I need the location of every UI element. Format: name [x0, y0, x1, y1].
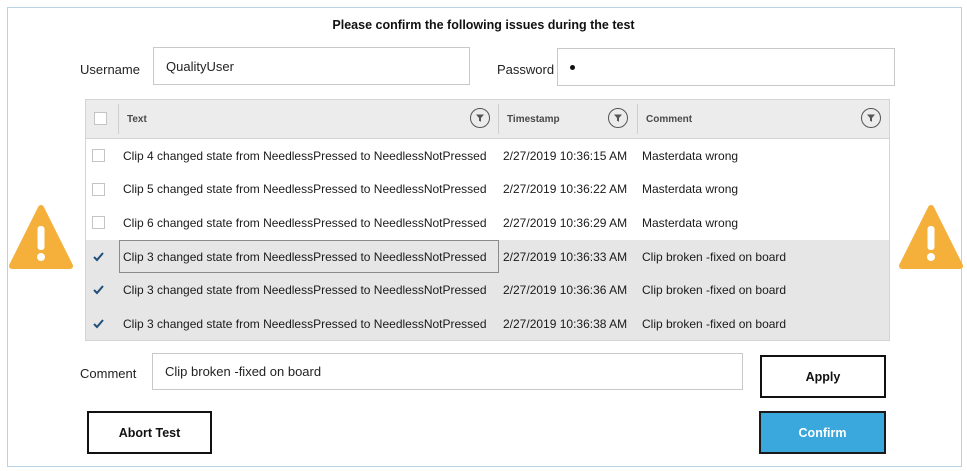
username-label: Username	[80, 62, 140, 77]
row-checkbox[interactable]	[92, 216, 105, 230]
cell-text-value: Clip 4 changed state from NeedlessPresse…	[123, 148, 487, 163]
cell-comment: Clip broken -fixed on board	[638, 240, 888, 274]
table-row[interactable]: Clip 3 changed state from NeedlessPresse…	[86, 307, 889, 340]
header-comment-label: Comment	[646, 113, 693, 125]
cell-text-value: Clip 3 changed state from NeedlessPresse…	[123, 316, 487, 331]
cell-comment-value: Clip broken -fixed on board	[642, 316, 787, 331]
apply-button-label: Apply	[805, 369, 841, 384]
header-comment[interactable]: Comment	[638, 100, 888, 138]
cell-comment-value: Masterdata wrong	[642, 148, 739, 163]
cell-text: Clip 3 changed state from NeedlessPresse…	[119, 239, 499, 274]
header-text-label: Text	[127, 113, 147, 125]
cell-text: Clip 3 changed state from NeedlessPresse…	[119, 307, 499, 340]
cell-text-value: Clip 5 changed state from NeedlessPresse…	[123, 182, 487, 197]
select-all-checkbox[interactable]	[94, 112, 107, 125]
filter-text-icon[interactable]	[470, 108, 490, 128]
checkbox-icon	[92, 149, 105, 162]
checkbox-icon	[92, 182, 105, 196]
cell-timestamp-value: 2/27/2019 10:36:22 AM	[503, 182, 628, 197]
cell-timestamp: 2/27/2019 10:36:15 AM	[499, 139, 637, 173]
cell-timestamp: 2/27/2019 10:36:22 AM	[499, 173, 637, 207]
apply-button[interactable]: Apply	[760, 355, 886, 398]
row-checkbox[interactable]	[92, 182, 105, 196]
cell-timestamp-value: 2/27/2019 10:36:36 AM	[503, 283, 628, 298]
cell-text: Clip 4 changed state from NeedlessPresse…	[119, 139, 499, 173]
warning-right-icon	[899, 205, 963, 269]
filter-comment-icon[interactable]	[861, 108, 881, 128]
cell-comment: Clip broken -fixed on board	[638, 273, 888, 307]
cell-text: Clip 6 changed state from NeedlessPresse…	[119, 206, 499, 240]
row-checkbox[interactable]	[92, 149, 105, 162]
password-label: Password	[497, 62, 555, 77]
cell-text-value: Clip 6 changed state from NeedlessPresse…	[123, 215, 487, 230]
header-text[interactable]: Text	[119, 100, 499, 138]
cell-comment-value: Masterdata wrong	[642, 182, 739, 197]
username-value: QualityUser	[166, 58, 234, 74]
checkbox-icon	[92, 216, 105, 230]
checkmark-icon	[92, 250, 105, 263]
comment-label: Comment	[80, 366, 137, 381]
cell-timestamp: 2/27/2019 10:36:38 AM	[499, 307, 637, 340]
table-row[interactable]: Clip 4 changed state from NeedlessPresse…	[86, 139, 889, 173]
filter-timestamp-icon[interactable]	[608, 108, 628, 128]
row-checkbox[interactable]	[92, 317, 105, 330]
cell-text: Clip 5 changed state from NeedlessPresse…	[119, 173, 499, 207]
cell-comment: Clip broken -fixed on board	[638, 307, 888, 340]
row-checkbox[interactable]	[92, 250, 105, 263]
cell-comment-value: Clip broken -fixed on board	[642, 283, 787, 298]
table-row[interactable]: Clip 3 changed state from NeedlessPresse…	[86, 239, 889, 274]
checkmark-icon	[92, 283, 105, 296]
confirm-button[interactable]: Confirm	[759, 411, 886, 454]
confirm-button-label: Confirm	[798, 425, 847, 440]
cell-timestamp-value: 2/27/2019 10:36:15 AM	[503, 148, 628, 163]
cell-timestamp: 2/27/2019 10:36:29 AM	[499, 206, 637, 240]
cell-timestamp-value: 2/27/2019 10:36:38 AM	[503, 316, 628, 331]
grid-header: Text Timestamp Comment	[86, 100, 889, 139]
checkmark-icon	[92, 317, 105, 330]
cell-timestamp: 2/27/2019 10:36:33 AM	[499, 240, 637, 274]
issues-grid[interactable]: Text Timestamp Comment Clip 4 changed st…	[85, 99, 890, 341]
cell-comment-value: Clip broken -fixed on board	[642, 249, 787, 264]
cell-timestamp-value: 2/27/2019 10:36:29 AM	[503, 215, 628, 230]
username-input[interactable]: QualityUser	[153, 47, 470, 85]
password-input[interactable]	[557, 48, 895, 86]
header-timestamp-label: Timestamp	[507, 113, 560, 125]
table-row[interactable]: Clip 6 changed state from NeedlessPresse…	[86, 206, 889, 240]
table-row[interactable]: Clip 5 changed state from NeedlessPresse…	[86, 173, 889, 207]
cell-text: Clip 3 changed state from NeedlessPresse…	[119, 273, 499, 307]
warning-left-icon	[9, 205, 73, 269]
cell-comment-value: Masterdata wrong	[642, 215, 739, 230]
abort-test-button-label: Abort Test	[118, 425, 181, 440]
cell-timestamp: 2/27/2019 10:36:36 AM	[499, 273, 637, 307]
abort-test-button[interactable]: Abort Test	[87, 411, 212, 454]
comment-input[interactable]: Clip broken -fixed on board	[152, 353, 743, 390]
comment-value: Clip broken -fixed on board	[165, 364, 322, 379]
cell-timestamp-value: 2/27/2019 10:36:33 AM	[503, 249, 628, 264]
cell-comment: Masterdata wrong	[638, 206, 888, 240]
cell-text-value: Clip 3 changed state from NeedlessPresse…	[123, 249, 487, 264]
cell-comment: Masterdata wrong	[638, 139, 888, 173]
table-row[interactable]: Clip 3 changed state from NeedlessPresse…	[86, 273, 889, 307]
cell-comment: Masterdata wrong	[638, 173, 888, 207]
password-mask-dot	[570, 64, 575, 70]
dialog-title: Please confirm the following issues duri…	[332, 18, 635, 32]
row-checkbox[interactable]	[92, 283, 105, 296]
cell-text-value: Clip 3 changed state from NeedlessPresse…	[123, 283, 487, 298]
